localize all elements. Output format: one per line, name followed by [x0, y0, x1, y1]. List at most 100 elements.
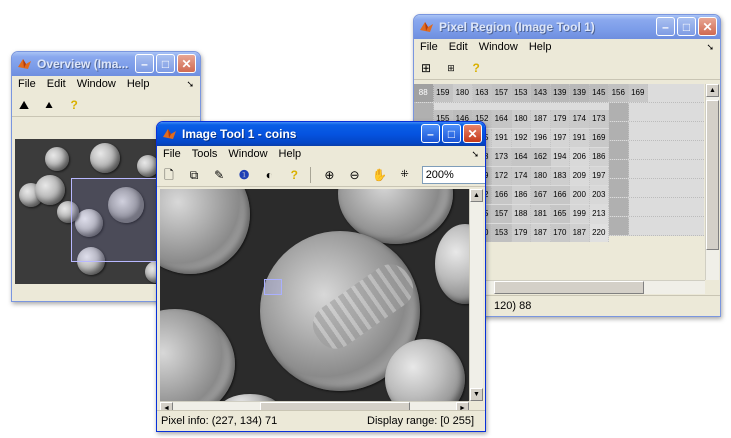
contrast-icon[interactable]: ◐ — [260, 166, 278, 184]
minimize-button[interactable]: – — [135, 54, 154, 73]
help-icon[interactable]: ? — [467, 59, 485, 77]
menu-file[interactable]: File — [414, 39, 443, 53]
pixel-cell: 187 — [570, 224, 590, 242]
scroll-thumb[interactable] — [494, 281, 644, 294]
display-range-text: Display range: [0 255] — [367, 415, 475, 427]
pixel-row: 88 159 180 163 157 153 143 139 139 145 156 169 — [414, 84, 704, 103]
overview-titlebar[interactable]: Overview (Ima... – □ ✕ — [12, 52, 200, 76]
coin — [435, 224, 469, 304]
coin — [35, 175, 65, 205]
zoom-select[interactable]: 200% ▼ — [421, 166, 485, 184]
close-button[interactable]: ✕ — [177, 54, 196, 73]
pixel-cell: 179 — [511, 224, 531, 242]
menu-file[interactable]: File — [12, 76, 41, 90]
pixel-cell: 220 — [589, 224, 609, 242]
save-icon[interactable]: 🗋 — [160, 166, 178, 184]
menu-help[interactable]: Help — [121, 76, 155, 90]
menu-window[interactable]: Window — [71, 76, 121, 90]
pixel-cell: 153 — [492, 224, 512, 242]
menu-window[interactable]: Window — [473, 39, 523, 53]
overview-menubar: File Edit Window Help ➘ — [12, 76, 200, 94]
coin — [160, 309, 235, 401]
help-icon[interactable]: ? — [285, 166, 303, 184]
scroll-thumb[interactable] — [706, 100, 719, 250]
close-button[interactable]: ✕ — [698, 17, 717, 36]
maximize-button[interactable]: □ — [677, 17, 696, 36]
menu-help[interactable]: Help — [273, 146, 307, 160]
pixel-cell — [609, 198, 629, 216]
image-tool-titlebar[interactable]: Image Tool 1 - coins – □ ✕ — [157, 122, 485, 146]
dock-arrow-icon[interactable]: ➘ — [186, 79, 194, 90]
pixel-cell: 88 — [414, 84, 434, 102]
pixel-cell — [609, 103, 629, 121]
image-tool-window: Image Tool 1 - coins – □ ✕ File Tools Wind… — [156, 121, 486, 432]
pixel-cell: 139 — [550, 84, 570, 102]
zoom-out-icon[interactable]: ⊖ — [346, 166, 364, 184]
dock-arrow-icon[interactable]: ➘ — [706, 42, 714, 53]
pixel-region-toolbar: ⊞ ⊞ ? — [414, 57, 720, 80]
image-tool-statusbar: Pixel info: (227, 134) 71 Display range:… — [157, 410, 485, 431]
minimize-button[interactable]: – — [656, 17, 675, 36]
minimize-button[interactable]: – — [421, 124, 440, 143]
pixel-region-menubar: File Edit Window Help ➘ — [414, 39, 720, 57]
pixel-cell — [609, 122, 629, 140]
coin — [220, 394, 280, 401]
menu-edit[interactable]: Edit — [443, 39, 473, 53]
pixel-cell — [609, 160, 629, 178]
pixel-cell: 170 — [550, 224, 570, 242]
pixel-cell: 169 — [628, 84, 648, 102]
info-icon[interactable]: ❶ — [235, 166, 253, 184]
pixel-cell: 180 — [453, 84, 473, 102]
pixel-cell: 156 — [609, 84, 629, 102]
pixel-region-status-text: 120) 88 — [494, 300, 532, 312]
maximize-button[interactable]: □ — [156, 54, 175, 73]
pixel-cell — [609, 179, 629, 197]
pixel-cell — [414, 103, 434, 121]
pixel-cell: 143 — [531, 84, 551, 102]
image-tool-toolbar: 🗋 ⧉ ✎ ❶ ◐ ? ⊕ ⊖ ✋ ⁜ 200% ▼ — [157, 164, 485, 187]
measure-icon[interactable]: ✎ — [210, 166, 228, 184]
expand-pixels-icon[interactable]: ⊞ — [417, 59, 435, 77]
export-icon[interactable]: ⧉ — [185, 166, 203, 184]
overview-title: Overview (Ima... — [37, 57, 129, 71]
zoom-in-icon[interactable]: ⊕ — [320, 166, 338, 184]
pixel-vertical-scrollbar[interactable]: ▲ — [705, 84, 719, 280]
pixel-cell — [609, 141, 629, 159]
scroll-down-button[interactable]: ▼ — [470, 388, 483, 401]
pixel-region-icon[interactable]: ⁜ — [396, 166, 414, 184]
pixel-region-titlebar[interactable]: Pixel Region (Image Tool 1) – □ ✕ — [414, 15, 720, 39]
image-tool-title: Image Tool 1 - coins — [182, 127, 297, 141]
pixel-cell: 145 — [589, 84, 609, 102]
main-image-view[interactable] — [160, 189, 469, 401]
select-mountain-icon[interactable]: ⛰ — [15, 96, 33, 114]
pixel-cell: 139 — [570, 84, 590, 102]
pixel-region-rectangle[interactable] — [264, 279, 282, 295]
matlab-logo-icon — [18, 59, 31, 69]
close-button[interactable]: ✕ — [463, 124, 482, 143]
scroll-up-button[interactable]: ▲ — [706, 84, 719, 97]
pixel-cell: 159 — [433, 84, 453, 102]
maximize-button[interactable]: □ — [442, 124, 461, 143]
pixel-horizontal-scrollbar[interactable] — [484, 280, 705, 294]
pixel-info-text: Pixel info: (227, 134) 71 — [161, 415, 278, 427]
pixel-cell: 153 — [511, 84, 531, 102]
image-vertical-scrollbar[interactable]: ▲ ▼ — [469, 189, 483, 401]
menu-file[interactable]: File — [157, 146, 186, 160]
menu-window[interactable]: Window — [222, 146, 272, 160]
scroll-up-button[interactable]: ▲ — [470, 189, 483, 202]
help-icon[interactable]: ? — [65, 96, 83, 114]
pan-hand-icon[interactable]: ✋ — [371, 166, 389, 184]
pixel-row: 155 146 152 164 180 187 179 174 173 — [414, 103, 704, 128]
matlab-logo-icon — [163, 129, 176, 139]
zoom-value: 200% — [425, 169, 454, 181]
menu-help[interactable]: Help — [523, 39, 557, 53]
pixel-cell: 157 — [492, 84, 512, 102]
coin — [45, 147, 69, 171]
small-mountain-icon[interactable]: ⛰ — [40, 96, 58, 114]
toolbar-separator — [310, 167, 312, 183]
menu-edit[interactable]: Edit — [41, 76, 71, 90]
dock-arrow-icon[interactable]: ➘ — [471, 149, 479, 160]
menu-tools[interactable]: Tools — [186, 146, 223, 160]
image-tool-menubar: File Tools Window Help ➘ — [157, 146, 485, 164]
shrink-pixels-icon[interactable]: ⊞ — [442, 59, 460, 77]
